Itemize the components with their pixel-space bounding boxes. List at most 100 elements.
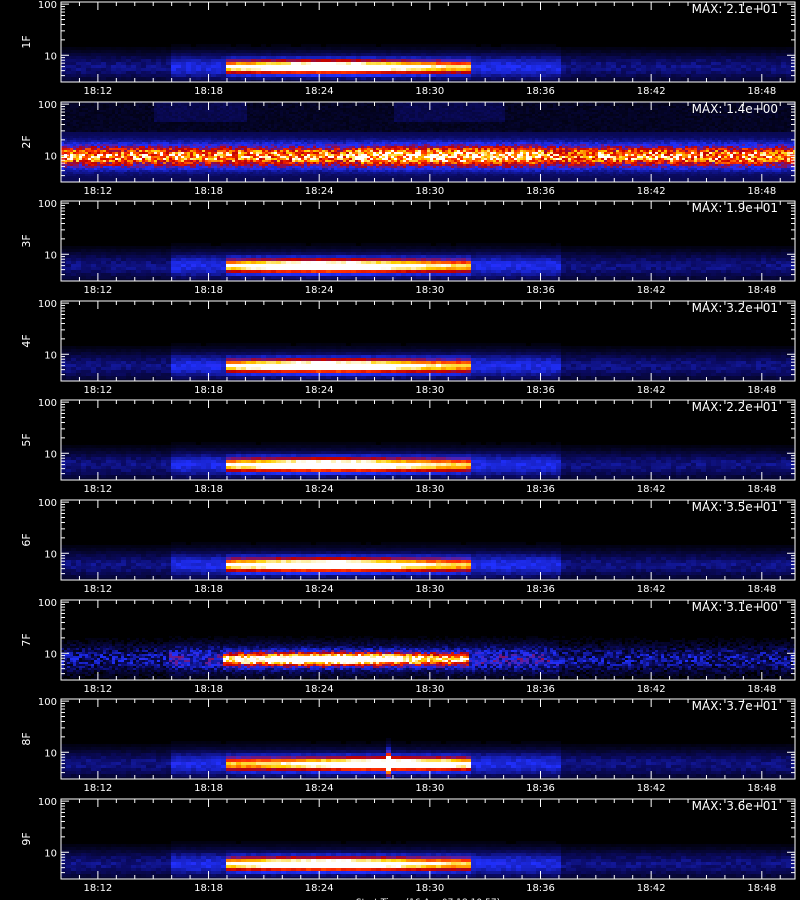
heatmap-3F: [61, 243, 795, 281]
panel-8F: 10 100 18:12 18:18 18:24 18:30 18:36 18:42 18:48…: [20, 697, 796, 794]
spectrogram-stack: 10 100 18:12 18:18 18:24 18:30 18:36 18:42 18:48…: [20, 0, 796, 900]
x-tick-label: 18:42: [637, 484, 666, 495]
y-tick-label: 10: [44, 51, 57, 62]
x-tick-label: 18:30: [415, 285, 444, 296]
panel-label-9F: 9F: [20, 832, 33, 845]
heatmap-7F: [61, 636, 795, 680]
x-tick-label: 18:18: [194, 86, 223, 97]
y-tick-label: 100: [38, 697, 57, 708]
max-label-7F: MAX: 3.1e+00: [692, 600, 778, 614]
x-tick-label: 18:48: [747, 484, 776, 495]
x-tick-label: 18:36: [526, 783, 555, 794]
y-tick-label: 100: [38, 398, 57, 409]
y-tick-label: 10: [44, 350, 57, 361]
x-tick-label: 18:36: [526, 484, 555, 495]
heatmap-9F: [61, 841, 795, 879]
max-label-9F: MAX: 3.6e+01: [692, 799, 778, 813]
y-tick-label: 10: [44, 549, 57, 560]
x-tick-label: 18:30: [415, 883, 444, 894]
x-tick-label: 18:36: [526, 186, 555, 197]
x-tick-label: 18:24: [305, 86, 334, 97]
y-tick-label: 100: [38, 598, 57, 609]
x-tick-label: 18:30: [415, 783, 444, 794]
x-tick-label: 18:42: [637, 186, 666, 197]
x-tick-label: 18:42: [637, 385, 666, 396]
panel-label-7F: 7F: [20, 633, 33, 646]
y-tick-label: 10: [44, 449, 57, 460]
panel-label-8F: 8F: [20, 732, 33, 745]
x-tick-label: 18:48: [747, 883, 776, 894]
x-tick-label: 18:30: [415, 86, 444, 97]
x-tick-label: 18:42: [637, 684, 666, 695]
panel-label-4F: 4F: [20, 334, 33, 347]
panel-label-2F: 2F: [20, 135, 33, 148]
x-tick-label: 18:30: [415, 186, 444, 197]
x-tick-label: 18:18: [194, 285, 223, 296]
y-tick-label: 10: [44, 151, 57, 162]
x-tick-label: 18:36: [526, 584, 555, 595]
heatmap-6F: [61, 542, 795, 580]
x-tick-label: 18:12: [83, 783, 112, 794]
heatmap-2F: [61, 102, 795, 182]
x-tick-label: 18:12: [83, 584, 112, 595]
x-tick-label: 18:24: [305, 684, 334, 695]
x-tick-label: 18:48: [747, 684, 776, 695]
panel-label-3F: 3F: [20, 234, 33, 247]
x-tick-label: 18:36: [526, 883, 555, 894]
x-tick-label: 18:24: [305, 285, 334, 296]
heatmap-4F: [61, 343, 795, 381]
x-tick-label: 18:24: [305, 584, 334, 595]
x-tick-label: 18:36: [526, 86, 555, 97]
x-tick-label: 18:30: [415, 484, 444, 495]
x-tick-label: 18:12: [83, 883, 112, 894]
y-tick-label: 100: [38, 498, 57, 509]
x-tick-label: 18:12: [83, 285, 112, 296]
max-label-3F: MAX: 1.9e+01: [692, 201, 778, 215]
x-tick-label: 18:12: [83, 186, 112, 197]
panel-7F: 10 100 18:12 18:18 18:24 18:30 18:36 18:42 18:48…: [20, 598, 796, 695]
panel-label-6F: 6F: [20, 533, 33, 546]
x-tick-label: 18:36: [526, 684, 555, 695]
panel-2F: 10 100 18:12 18:18 18:24 18:30 18:36 18:42 18:48…: [20, 100, 796, 197]
max-label-4F: MAX: 3.2e+01: [692, 301, 778, 315]
x-tick-label: 18:24: [305, 186, 334, 197]
x-tick-label: 18:30: [415, 584, 444, 595]
max-label-1F: MAX: 2.1e+01: [692, 2, 778, 16]
panel-5F: 10 100 18:12 18:18 18:24 18:30 18:36 18:42 18:48…: [20, 398, 796, 495]
panel-label-5F: 5F: [20, 433, 33, 446]
x-tick-label: 18:24: [305, 883, 334, 894]
panel-3F: 10 100 18:12 18:18 18:24 18:30 18:36 18:42 18:48…: [20, 199, 796, 296]
y-tick-label: 100: [38, 199, 57, 210]
x-tick-label: 18:30: [415, 385, 444, 396]
x-tick-label: 18:42: [637, 783, 666, 794]
heatmap-5F: [61, 442, 795, 480]
y-tick-label: 10: [44, 250, 57, 261]
heatmap-8F: [61, 738, 795, 779]
x-tick-label: 18:30: [415, 684, 444, 695]
x-tick-label: 18:42: [637, 883, 666, 894]
y-tick-label: 10: [44, 649, 57, 660]
x-tick-label: 18:48: [747, 385, 776, 396]
x-tick-label: 18:24: [305, 783, 334, 794]
x-tick-label: 18:18: [194, 186, 223, 197]
max-label-5F: MAX: 2.2e+01: [692, 400, 778, 414]
x-tick-label: 18:48: [747, 186, 776, 197]
panel-6F: 10 100 18:12 18:18 18:24 18:30 18:36 18:42 18:48…: [20, 498, 796, 595]
y-tick-label: 10: [44, 848, 57, 859]
x-tick-label: 18:48: [747, 86, 776, 97]
x-tick-label: 18:48: [747, 584, 776, 595]
x-tick-label: 18:18: [194, 584, 223, 595]
y-tick-label: 100: [38, 100, 57, 111]
x-tick-label: 18:42: [637, 86, 666, 97]
max-label-6F: MAX: 3.5e+01: [692, 500, 778, 514]
panel-4F: 10 100 18:12 18:18 18:24 18:30 18:36 18:42 18:48…: [20, 299, 796, 396]
panel-label-1F: 1F: [20, 35, 33, 48]
x-tick-label: 18:36: [526, 385, 555, 396]
x-tick-label: 18:42: [637, 285, 666, 296]
x-tick-label: 18:18: [194, 883, 223, 894]
x-tick-label: 18:36: [526, 285, 555, 296]
panel-1F: 10 100 18:12 18:18 18:24 18:30 18:36 18:42 18:48…: [20, 0, 796, 97]
x-tick-label: 18:24: [305, 484, 334, 495]
x-tick-label: 18:12: [83, 684, 112, 695]
x-tick-label: 18:12: [83, 484, 112, 495]
